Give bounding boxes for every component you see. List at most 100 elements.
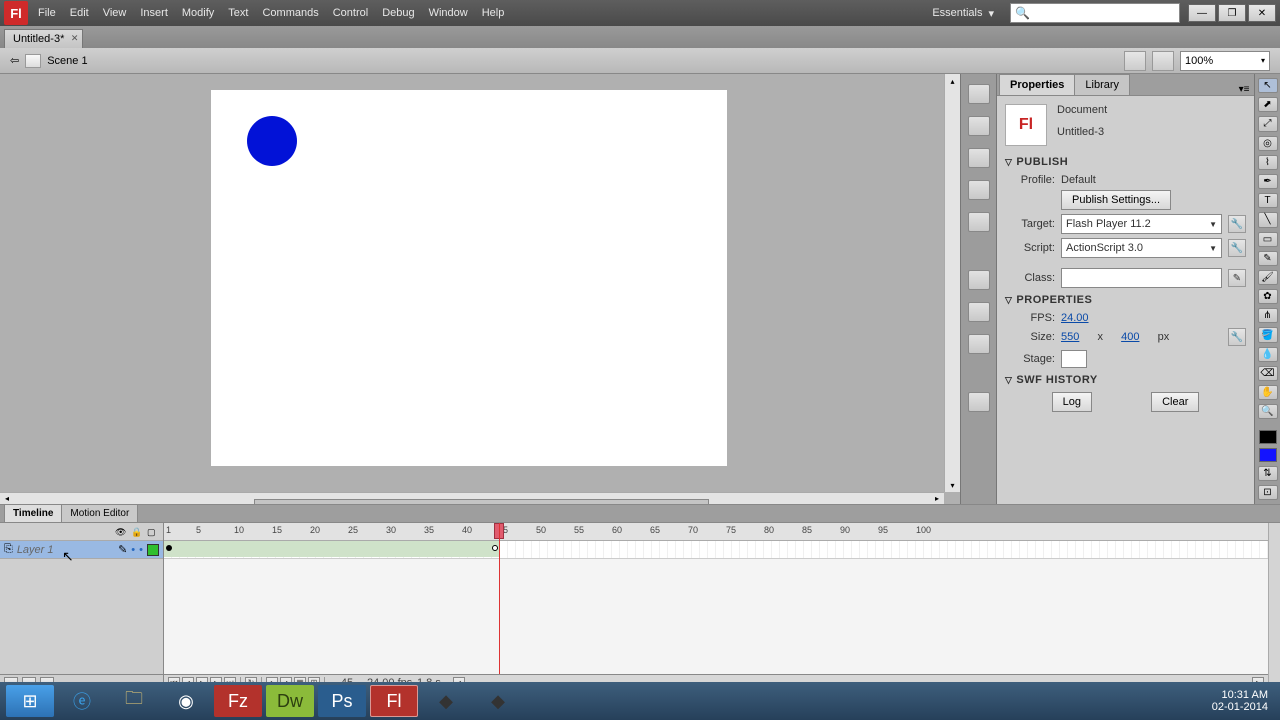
menu-view[interactable]: View [103,7,127,19]
swap-colors-icon[interactable]: ⇅ [1258,466,1278,481]
align-panel-icon[interactable] [968,148,990,168]
deco-tool[interactable]: ✿ [1258,289,1278,304]
taskbar-chrome[interactable]: ◉ [162,685,210,717]
size-h[interactable]: 400 [1121,331,1139,343]
keyframe-start[interactable] [166,545,172,551]
taskbar-explorer[interactable]: 🗀 [110,685,158,717]
info-panel-icon[interactable] [968,180,990,200]
swf-history-header[interactable]: SWF HISTORY [1016,374,1097,386]
size-wrench-icon[interactable]: 🔧 [1228,328,1246,346]
taskbar-app1[interactable]: ◆ [422,685,470,717]
components-icon[interactable] [968,302,990,322]
layer-color-swatch[interactable] [147,544,159,556]
tab-properties[interactable]: Properties [999,74,1075,95]
3d-rotation-tool[interactable]: ◎ [1258,136,1278,151]
properties-header[interactable]: PROPERTIES [1016,294,1092,306]
publish-header[interactable]: PUBLISH [1016,156,1068,168]
text-tool[interactable]: T [1258,193,1278,208]
free-transform-tool[interactable]: ⤢ [1258,116,1278,131]
taskbar-photoshop[interactable]: Ps [318,685,366,717]
frame-ruler[interactable]: 1 5 10 15 20 25 30 35 40 45 50 55 60 65 … [164,523,1268,541]
menu-text[interactable]: Text [228,7,248,19]
project-panel-icon[interactable] [968,392,990,412]
menu-help[interactable]: Help [482,7,505,19]
tween-span[interactable] [164,541,500,557]
horizontal-scrollbar[interactable]: ◂▸ [0,492,944,504]
paint-bucket-tool[interactable]: 🪣 [1258,327,1278,342]
close-tab-icon[interactable]: ✕ [71,33,79,44]
outline-header-icon[interactable]: ▢ [147,527,157,537]
class-edit-icon[interactable]: ✎ [1228,269,1246,287]
target-select[interactable]: Flash Player 11.2▼ [1061,214,1222,234]
eraser-tool[interactable]: ⌫ [1258,366,1278,381]
vertical-scrollbar[interactable]: ▴▾ [944,74,960,492]
taskbar-app2[interactable]: ◆ [474,685,522,717]
visibility-header-icon[interactable]: 👁 [115,527,125,537]
log-button[interactable]: Log [1052,392,1092,412]
scene-name[interactable]: Scene 1 [47,55,87,67]
menu-modify[interactable]: Modify [182,7,214,19]
menu-edit[interactable]: Edit [70,7,89,19]
script-wrench-icon[interactable]: 🔧 [1228,239,1246,257]
fill-color-swatch[interactable] [1259,448,1277,462]
layer-name[interactable]: Layer 1 [17,544,114,556]
taskbar-dreamweaver[interactable]: Dw [266,685,314,717]
fps-value[interactable]: 24.00 [1061,312,1089,324]
workspace-select[interactable]: Essentials▾ [924,7,1002,20]
menu-insert[interactable]: Insert [140,7,168,19]
class-input[interactable] [1061,268,1222,288]
zoom-select[interactable]: 100%▾ [1180,51,1270,71]
stage-area[interactable]: ▴▾ ◂▸ [0,74,960,504]
close-button[interactable]: ✕ [1248,4,1276,22]
transform-panel-icon[interactable] [968,212,990,232]
script-select[interactable]: ActionScript 3.0▼ [1061,238,1222,258]
color-panel-icon[interactable] [968,84,990,104]
motion-presets-icon[interactable] [968,334,990,354]
stage[interactable] [211,90,727,466]
size-w[interactable]: 550 [1061,331,1079,343]
stage-color-swatch[interactable] [1061,350,1087,368]
menu-debug[interactable]: Debug [382,7,414,19]
document-tab[interactable]: Untitled-3*✕ [4,29,83,48]
search-input[interactable]: 🔍 [1010,3,1180,23]
selection-tool[interactable]: ↖ [1258,78,1278,93]
lock-header-icon[interactable]: 🔒 [131,527,141,537]
shape-circle[interactable] [247,116,297,166]
start-button[interactable]: ⊞ [6,685,54,717]
tab-timeline[interactable]: Timeline [4,504,62,522]
tab-library[interactable]: Library [1074,74,1130,95]
clear-button[interactable]: Clear [1151,392,1199,412]
menu-window[interactable]: Window [429,7,468,19]
tab-motion-editor[interactable]: Motion Editor [61,504,138,522]
code-snippets-icon[interactable] [968,270,990,290]
brush-tool[interactable]: 🖌 [1258,270,1278,285]
layer-row[interactable]: ⎘ Layer 1 ✎ •• [0,541,163,559]
lasso-tool[interactable]: ⌇ [1258,155,1278,170]
menu-file[interactable]: File [38,7,56,19]
rectangle-tool[interactable]: ▭ [1258,232,1278,247]
taskbar-flash[interactable]: Fl [370,685,418,717]
timeline-vscroll[interactable] [1268,523,1280,690]
keyframe-end[interactable] [492,545,498,551]
swatches-panel-icon[interactable] [968,116,990,136]
panel-menu-icon[interactable]: ▾≡ [1234,84,1254,95]
back-arrow-icon[interactable]: ⇦ [10,54,19,67]
bone-tool[interactable]: ⋔ [1258,308,1278,323]
stroke-color-swatch[interactable] [1259,430,1277,444]
edit-symbol-button[interactable] [1152,51,1174,71]
system-clock[interactable]: 10:31 AM 02-01-2014 [1212,689,1274,713]
menu-commands[interactable]: Commands [262,7,318,19]
zoom-tool[interactable]: 🔍 [1258,404,1278,419]
taskbar-ie[interactable]: ⓔ [58,685,106,717]
subselection-tool[interactable]: ⬈ [1258,97,1278,112]
pen-tool[interactable]: ✒ [1258,174,1278,189]
hand-tool[interactable]: ✋ [1258,385,1278,400]
line-tool[interactable]: ╲ [1258,212,1278,227]
minimize-button[interactable]: — [1188,4,1216,22]
taskbar-filezilla[interactable]: Fz [214,685,262,717]
frame-row[interactable] [164,541,1268,559]
menu-control[interactable]: Control [333,7,368,19]
restore-button[interactable]: ❐ [1218,4,1246,22]
pencil-tool[interactable]: ✎ [1258,251,1278,266]
eyedropper-tool[interactable]: 💧 [1258,347,1278,362]
